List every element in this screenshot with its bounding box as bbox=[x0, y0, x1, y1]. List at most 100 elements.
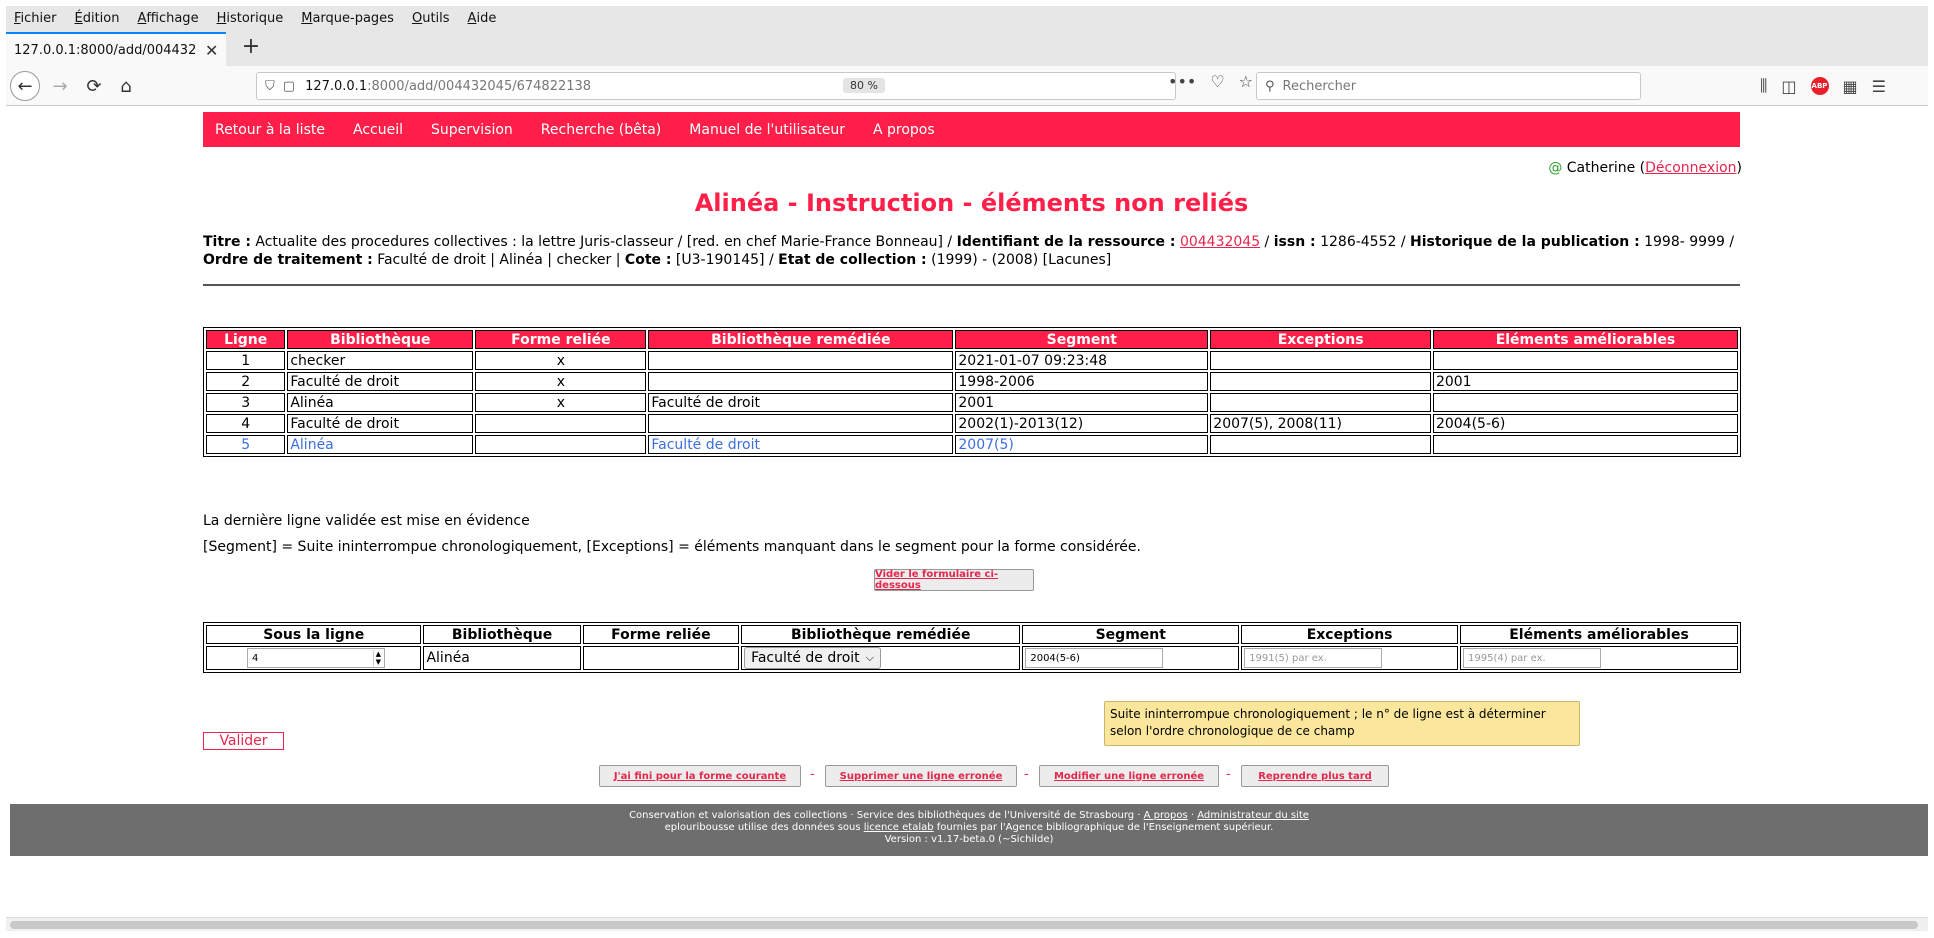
menu-marque-pages[interactable]: Marque-pages bbox=[301, 11, 394, 26]
stepper-arrows-icon[interactable]: ▲ ▼ bbox=[372, 650, 383, 666]
col-header: Bibliothèque remédiée bbox=[648, 330, 954, 349]
menu-affichage[interactable]: Affichage bbox=[137, 11, 198, 26]
segment-input[interactable]: 2004(5-6) bbox=[1025, 648, 1164, 668]
cell-forme-reliee bbox=[475, 414, 647, 433]
cell-bib-remediee: Faculté de droit ⌵ bbox=[741, 646, 1021, 670]
pocket-icon[interactable]: ♡ bbox=[1210, 72, 1224, 91]
nav-accueil[interactable]: Accueil bbox=[353, 122, 403, 138]
tab-strip: 127.0.0.1:8000/add/004432045/6 ✕ + bbox=[6, 30, 1928, 66]
cell-ameliorables: 2004(5-6) bbox=[1432, 414, 1738, 433]
footer-line-1: Conservation et valorisation des collect… bbox=[10, 810, 1928, 822]
nav-a-propos[interactable]: A propos bbox=[873, 122, 935, 138]
page-viewport: Retour à la liste Accueil Supervision Re… bbox=[6, 107, 1928, 917]
menu-aide[interactable]: Aide bbox=[468, 11, 497, 26]
sidebar-icon[interactable]: ◫ bbox=[1781, 77, 1796, 96]
cell-bibliotheque: checker bbox=[287, 351, 474, 370]
cell-ligne: 2 bbox=[206, 372, 286, 391]
bookmark-star-icon[interactable]: ☆ bbox=[1239, 72, 1253, 91]
menu-outils[interactable]: Outils bbox=[412, 11, 450, 26]
footer-sep: · bbox=[1187, 810, 1198, 821]
menu-historique[interactable]: Historique bbox=[217, 11, 284, 26]
modify-line-button[interactable]: Modifier une ligne erronée bbox=[1039, 765, 1219, 787]
cell-bib-remediee bbox=[648, 414, 954, 433]
cell-bibliotheque: Alinéa bbox=[287, 393, 474, 412]
nav-recherche[interactable]: Recherche (bêta) bbox=[541, 122, 661, 138]
clear-form-button[interactable]: Vider le formulaire ci-dessous bbox=[874, 569, 1034, 591]
page-icon[interactable]: ▢ bbox=[283, 79, 295, 94]
sous-la-ligne-stepper[interactable]: 4 ▲ ▼ bbox=[247, 648, 385, 668]
user-info: @ Catherine (Déconnexion) bbox=[1548, 160, 1742, 176]
cote-value: [U3-190145] / bbox=[671, 252, 779, 268]
resource-id-link[interactable]: 004432045 bbox=[1180, 234, 1260, 250]
cell-exceptions bbox=[1210, 435, 1431, 454]
finished-form-button[interactable]: J'ai fini pour la forme courante bbox=[599, 765, 801, 787]
cell-exceptions bbox=[1210, 351, 1431, 370]
footer-licence-link[interactable]: licence etalab bbox=[864, 822, 934, 833]
cell-bibliotheque: Alinéa bbox=[287, 435, 474, 454]
ameliorables-input[interactable]: 1995(4) par ex. bbox=[1463, 648, 1602, 668]
col-header: Eléments améliorables bbox=[1460, 625, 1738, 644]
cell-bib-remediee: Faculté de droit bbox=[648, 435, 954, 454]
footer-admin-link[interactable]: Administrateur du site bbox=[1197, 810, 1309, 821]
etat-value: (1999) - (2008) [Lacunes] bbox=[926, 252, 1112, 268]
etat-label: Etat de collection : bbox=[778, 252, 927, 268]
separator-dash: - bbox=[1226, 767, 1231, 782]
cell-segment: 2007(5) bbox=[955, 435, 1209, 454]
hamburger-menu-icon[interactable]: ☰ bbox=[1872, 77, 1886, 96]
delete-line-button[interactable]: Supprimer une ligne erronée bbox=[825, 765, 1017, 787]
cell-bibliotheque: Alinéa bbox=[423, 646, 581, 670]
menu-fichier[interactable]: Fichier bbox=[14, 11, 57, 26]
nav-manuel[interactable]: Manuel de l'utilisateur bbox=[689, 122, 845, 138]
sous-la-ligne-value: 4 bbox=[252, 652, 259, 664]
tab-title: 127.0.0.1:8000/add/004432045/6 bbox=[14, 42, 197, 58]
cell-forme-reliee[interactable] bbox=[582, 646, 740, 670]
col-header: Exceptions bbox=[1210, 330, 1431, 349]
resume-later-button[interactable]: Reprendre plus tard bbox=[1241, 765, 1389, 787]
footer-about-link[interactable]: A propos bbox=[1144, 810, 1188, 821]
lines-table-header: Ligne Bibliothèque Forme reliée Biblioth… bbox=[206, 330, 1738, 349]
horizontal-scrollbar[interactable] bbox=[6, 917, 1928, 931]
back-arrow-icon[interactable]: ← bbox=[10, 71, 40, 101]
logout-link[interactable]: Déconnexion bbox=[1645, 160, 1736, 176]
cell-segment: 2021-01-07 09:23:48 bbox=[955, 351, 1209, 370]
zoom-level-badge[interactable]: 80 % bbox=[843, 78, 885, 93]
select-value: Faculté de droit bbox=[751, 650, 860, 666]
col-header: Bibliothèque bbox=[423, 625, 581, 644]
bib-remediee-select[interactable]: Faculté de droit ⌵ bbox=[744, 647, 881, 669]
nav-supervision[interactable]: Supervision bbox=[431, 122, 513, 138]
home-icon[interactable]: ⌂ bbox=[112, 72, 140, 100]
search-placeholder: Rechercher bbox=[1282, 78, 1357, 94]
site-navbar: Retour à la liste Accueil Supervision Re… bbox=[203, 112, 1740, 147]
cell-bib-remediee bbox=[648, 351, 954, 370]
extensions-icon[interactable]: ▦ bbox=[1843, 77, 1858, 96]
issn-value: 1286-4552 / bbox=[1315, 234, 1411, 250]
new-tab-icon[interactable]: + bbox=[238, 34, 264, 59]
cell-segment: 1998-2006 bbox=[955, 372, 1209, 391]
tab-current[interactable]: 127.0.0.1:8000/add/004432045/6 ✕ bbox=[6, 32, 226, 66]
shield-icon[interactable]: ⛉ bbox=[265, 79, 275, 94]
menu-edition[interactable]: Édition bbox=[75, 11, 120, 26]
forward-arrow-icon[interactable]: → bbox=[46, 72, 74, 100]
cell-ligne: 1 bbox=[206, 351, 286, 370]
validate-button[interactable]: Valider bbox=[203, 732, 284, 750]
close-icon[interactable]: ✕ bbox=[205, 41, 218, 60]
search-bar[interactable]: ⚲ Rechercher bbox=[1256, 72, 1641, 100]
menu-bar: Fichier Édition Affichage Historique Mar… bbox=[6, 6, 1928, 30]
navigation-toolbar: ← → ⟳ ⌂ ⛉ ▢ 127.0.0.1:8000/add/004432045… bbox=[6, 66, 1928, 106]
col-header: Segment bbox=[1022, 625, 1240, 644]
footer-text: eplouribousse utilise des données sous bbox=[664, 822, 864, 833]
at-icon: @ bbox=[1548, 160, 1563, 176]
col-header: Ligne bbox=[206, 330, 286, 349]
exceptions-input[interactable]: 1991(5) par ex. bbox=[1244, 648, 1383, 668]
table-row: 1 checker x 2021-01-07 09:23:48 bbox=[206, 351, 1738, 370]
scrollbar-thumb[interactable] bbox=[10, 921, 1918, 929]
reload-icon[interactable]: ⟳ bbox=[80, 72, 108, 100]
more-actions-icon[interactable]: ••• bbox=[1168, 72, 1196, 91]
user-suffix: ) bbox=[1736, 160, 1742, 176]
url-bar[interactable]: ⛉ ▢ 127.0.0.1:8000/add/004432045/6748221… bbox=[256, 72, 1176, 100]
library-icon[interactable]: ⫼ bbox=[1760, 76, 1767, 96]
form-row: 4 ▲ ▼ Alinéa Faculté de droit ⌵ 2004(5-6) bbox=[206, 646, 1738, 670]
nav-retour-liste[interactable]: Retour à la liste bbox=[215, 122, 325, 138]
adblock-icon[interactable]: ABP bbox=[1810, 77, 1829, 95]
table-row: 2 Faculté de droit x 1998-2006 2001 bbox=[206, 372, 1738, 391]
